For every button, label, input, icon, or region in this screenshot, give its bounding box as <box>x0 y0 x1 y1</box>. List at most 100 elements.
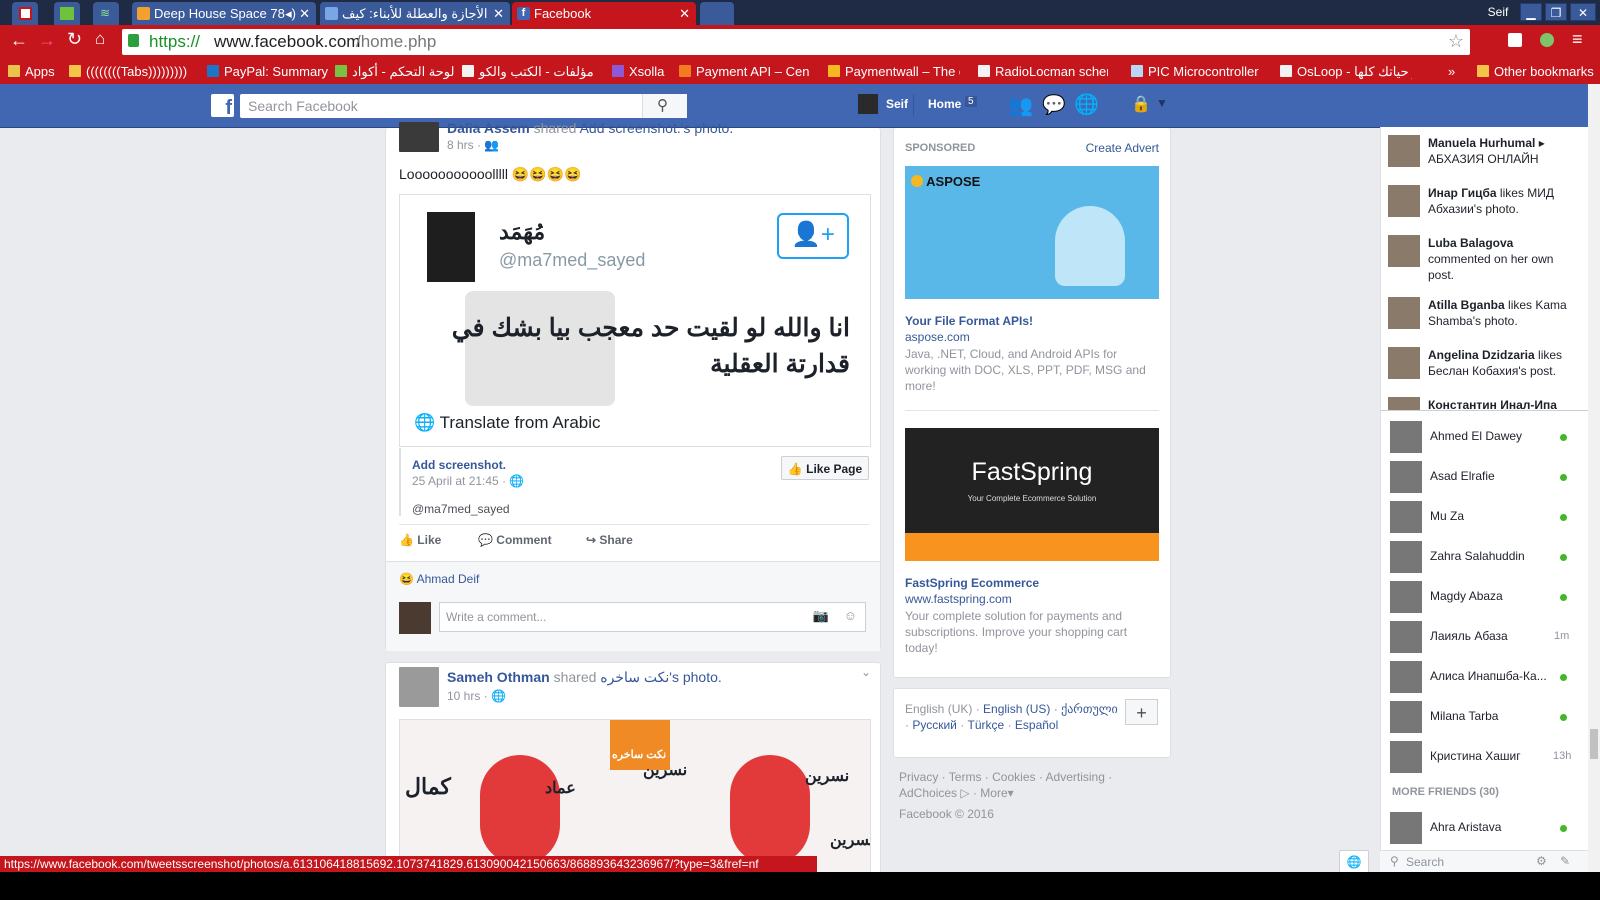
bookmark-star-icon[interactable]: ☆ <box>1448 31 1464 52</box>
author-avatar[interactable] <box>399 667 439 707</box>
post-timestamp[interactable]: 10 hrs · 🌐 <box>447 689 506 703</box>
ticker-item[interactable]: Angelina Dzidzaria likes Беслан Кобахия'… <box>1388 347 1568 381</box>
close-tab-icon[interactable]: ✕ <box>493 2 504 25</box>
minimize-button[interactable]: ▁ <box>1520 3 1542 21</box>
ticker-item[interactable]: Инар Гицба likes МИД Абхазии's photo. <box>1388 185 1568 219</box>
page-name-link[interactable]: Add screenshot. <box>412 458 506 472</box>
shared-page-link[interactable]: Add screenshot. <box>580 120 681 136</box>
lock-icon <box>128 34 139 47</box>
bookmark-folder[interactable]: ((((((((Tabs))))))))) <box>69 63 187 81</box>
facebook-logo-icon[interactable]: f <box>211 94 234 117</box>
pinned-tab[interactable] <box>54 2 80 25</box>
author-avatar[interactable] <box>399 122 439 152</box>
globe-ext-icon[interactable] <box>1540 33 1554 47</box>
profile-name[interactable]: Seif <box>1482 3 1514 21</box>
post-options-icon[interactable]: ⌄ <box>861 665 871 679</box>
address-bar[interactable]: https:// www.facebook.com /home.php ☆ <box>122 29 1470 55</box>
chat-contact[interactable]: Ahra Aristava <box>1390 810 1570 846</box>
bookmark-codes[interactable]: لوحة التحكم - أكواد <box>335 63 454 81</box>
chat-contact[interactable]: Кристина Хашиг 13h <box>1390 739 1571 775</box>
gear-icon[interactable]: ⚙ <box>1536 854 1547 868</box>
pinned-tab[interactable] <box>12 2 38 25</box>
comment-button[interactable]: 💬 Comment <box>478 533 552 547</box>
shared-image[interactable]: مُهَمَد @ma7med_sayed 👤+ انا والله لو لق… <box>399 194 871 447</box>
bookmarks-overflow[interactable]: » <box>1448 63 1455 81</box>
shared-page-link[interactable]: نكت ساخره <box>600 669 669 685</box>
online-dot <box>1560 434 1567 441</box>
bookmark-apps[interactable]: Apps <box>8 63 55 81</box>
bookmark-xsolla[interactable]: Xsolla <box>612 63 664 81</box>
bookmark-radiolocman[interactable]: RadioLocman schem <box>978 63 1108 81</box>
bookmark-payment-api[interactable]: Payment API – Centi <box>679 63 809 81</box>
reload-icon[interactable]: ↻ <box>67 29 82 50</box>
add-language-button[interactable]: + <box>1125 699 1158 725</box>
compose-icon[interactable]: ✎ <box>1560 854 1570 868</box>
tab-arabic-article[interactable]: الأجازة والعطلة للأبناء: كيف ✕ <box>320 2 510 25</box>
emoji-icon[interactable]: ☺ <box>844 608 857 623</box>
create-advert-link[interactable]: Create Advert <box>1086 141 1159 155</box>
new-tab-button[interactable] <box>700 2 734 25</box>
extension-icon[interactable] <box>1508 33 1522 47</box>
forward-icon[interactable]: → <box>38 30 56 51</box>
bookmark-pic[interactable]: PIC Microcontroller f <box>1131 63 1261 81</box>
wifi-icon: ≋ <box>100 6 111 20</box>
like-page-button[interactable]: 👍 Like Page <box>781 456 869 480</box>
ticker-item[interactable]: Luba Balagova commented on her own post. <box>1388 235 1568 283</box>
back-icon[interactable]: ← <box>10 30 28 51</box>
messages-icon[interactable]: 💬 <box>1042 93 1066 117</box>
chat-contact[interactable]: Ahmed El Dawey <box>1390 419 1570 455</box>
avatar[interactable] <box>858 94 878 114</box>
home-icon[interactable]: ⌂ <box>95 29 105 49</box>
ad-domain[interactable]: aspose.com <box>905 330 970 344</box>
friend-requests-icon[interactable]: 👥 <box>1008 93 1033 118</box>
chat-contact[interactable]: Magdy Abaza <box>1390 579 1570 615</box>
notifications-icon[interactable]: 🌐 <box>1074 92 1099 117</box>
chat-contact[interactable]: Zahra Salahuddin <box>1390 539 1570 575</box>
home-link[interactable]: Home <box>928 97 961 111</box>
reactions-summary[interactable]: 😆 Ahmad Deif <box>399 572 479 586</box>
chat-search-input[interactable]: ⚲ Search ⚙ ✎ <box>1380 850 1592 873</box>
bookmark-osloop[interactable]: OsLoop - يبر حياتك كلها <box>1280 63 1412 81</box>
maximize-button[interactable]: ❐ <box>1545 3 1567 21</box>
search-button[interactable]: ⚲ <box>642 94 687 118</box>
bookmark-paypal[interactable]: PayPal: Summary <box>207 63 328 81</box>
scrollbar[interactable] <box>1588 84 1600 872</box>
bookmark-books[interactable]: مؤلفات - الكتب والكو <box>462 63 594 81</box>
post-timestamp[interactable]: 8 hrs · 👥 <box>447 138 499 152</box>
chat-contact[interactable]: Алиса Инапшба-Ка... <box>1390 659 1570 695</box>
menu-icon[interactable]: ≡ <box>1572 29 1583 50</box>
camera-icon[interactable]: 📷 <box>813 608 829 624</box>
globe-icon[interactable]: 🌐 <box>1339 850 1369 874</box>
close-tab-icon[interactable]: ✕ <box>679 2 690 25</box>
scrollbar-thumb[interactable] <box>1590 729 1598 759</box>
chat-contact[interactable]: Mu Za <box>1390 499 1570 535</box>
ad-title[interactable]: Your File Format APIs! <box>905 314 1033 328</box>
tab-facebook[interactable]: f Facebook ✕ <box>512 2 696 25</box>
chat-contact[interactable]: Лаияль Абаза 1m <box>1390 619 1570 655</box>
tab-deep-house[interactable]: Deep House Space 78 ◂) ✕ <box>132 2 316 25</box>
ad-image-aspose[interactable]: ASPOSE <box>905 166 1159 299</box>
chat-contact[interactable]: Asad Elrafie <box>1390 459 1570 495</box>
language-selector: English (UK) · English (US) · ქართული · … <box>893 688 1171 758</box>
like-button[interactable]: 👍 Like <box>399 533 441 547</box>
pinned-tab[interactable]: ≋ <box>93 2 119 25</box>
ticker-item[interactable]: Manuela Hurhumal ▸ АБХАЗИЯ ОНЛАЙН <box>1388 135 1568 169</box>
other-bookmarks[interactable]: Other bookmarks <box>1477 63 1594 81</box>
share-button[interactable]: ↪ Share <box>586 533 633 547</box>
author-link[interactable]: Dalia Assem <box>447 120 530 136</box>
author-link[interactable]: Sameh Othman <box>447 669 550 685</box>
ad-image-fastspring[interactable]: FastSpring Your Complete Ecommerce Solut… <box>905 428 1159 561</box>
account-menu-icon[interactable]: ▼ <box>1156 96 1168 110</box>
chat-contact[interactable]: Milana Tarba <box>1390 699 1570 735</box>
ad-domain[interactable]: www.fastspring.com <box>905 592 1012 606</box>
ad-title[interactable]: FastSpring Ecommerce <box>905 576 1039 590</box>
privacy-shortcuts-icon[interactable]: 🔒 <box>1131 94 1151 114</box>
ticker-item[interactable]: Atilla Bganba likes Kama Shamba's photo. <box>1388 297 1568 331</box>
profile-link[interactable]: Seif <box>886 97 908 111</box>
ticker-item[interactable]: Константин Инал-Ипа <box>1388 397 1568 410</box>
bookmark-paymentwall[interactable]: Paymentwall – The e <box>828 63 960 81</box>
close-tab-icon[interactable]: ✕ <box>299 2 310 25</box>
comment-input[interactable]: Write a comment... 📷 ☺ <box>439 602 866 632</box>
close-window-button[interactable]: ✕ <box>1570 3 1596 21</box>
facebook-search-input[interactable]: Search Facebook ⚲ <box>240 94 687 118</box>
